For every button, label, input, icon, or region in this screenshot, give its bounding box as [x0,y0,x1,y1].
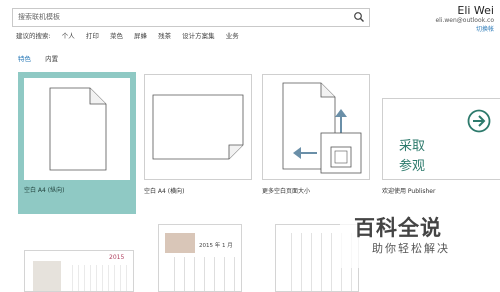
suggest-link[interactable]: 残茶 [158,32,171,40]
account-area: Eli Wei eli.wen@outlook.co 切换帐 [364,4,494,33]
template-preview [262,74,370,180]
blank-page-icon [152,94,244,160]
search-box[interactable]: 搜索联机模板 [12,8,370,27]
template-welcome-publisher[interactable]: 采取 参观 欢迎使用 Publisher [382,98,500,202]
welcome-tile-line2: 参观 [399,159,426,174]
tab-featured[interactable]: 特色 [18,55,31,63]
watermark-title: 百科全说 [354,216,442,240]
page-sizes-icon [282,82,362,174]
suggest-link[interactable]: 个人 [62,32,75,40]
watermark-subtitle: 助你轻松解决 [372,242,450,255]
user-name: Eli Wei [457,4,494,17]
blank-page-icon [49,87,107,171]
calendar-grid [67,265,127,291]
template-blank-a4-landscape[interactable]: 空白 A4 (横向) [144,74,252,202]
suggest-link[interactable]: 设计方案集 [182,32,215,40]
calendar-year: 2015 [109,254,125,261]
suggest-link[interactable]: 业务 [226,32,239,40]
welcome-tile-line1: 采取 [399,139,426,154]
search-input[interactable]: 搜索联机模板 [18,12,60,22]
tab-builtin[interactable]: 内置 [45,55,58,63]
template-label: 欢迎使用 Publisher [382,188,436,195]
arrow-right-icon [467,109,491,133]
template-preview: 采取 参观 [382,98,500,180]
template-preview [24,78,130,180]
switch-account-link[interactable]: 切换帐 [364,24,494,33]
template-label: 空白 A4 (纵向) [24,187,65,194]
suggest-link[interactable]: 屏蜂 [134,32,147,40]
suggest-link[interactable]: 菜色 [110,32,123,40]
template-label: 更多空白页面大小 [262,188,311,195]
template-blank-a4-portrait[interactable]: 空白 A4 (纵向) [18,72,136,214]
calendar-title: 2015 年 1 月 [199,243,233,249]
template-label: 空白 A4 (横向) [144,188,185,195]
template-preview [144,74,252,180]
suggested-searches-label: 建议的搜索: [16,32,51,40]
template-tabs: 特色 内置 [18,53,70,63]
calendar-photo [165,233,195,253]
template-calendar-monthly[interactable]: 2015 年 1 月 [158,224,242,292]
template-more-sizes[interactable]: 更多空白页面大小 [262,74,370,202]
suggested-searches: 建议的搜索: 个人 打印 菜色 屏蜂 残茶 设计方案集 业务 [16,30,248,40]
user-email: eli.wen@outlook.co [435,17,494,24]
calendar-grid [165,257,235,291]
calendar-photo [33,261,61,291]
suggest-link[interactable]: 打印 [86,32,99,40]
